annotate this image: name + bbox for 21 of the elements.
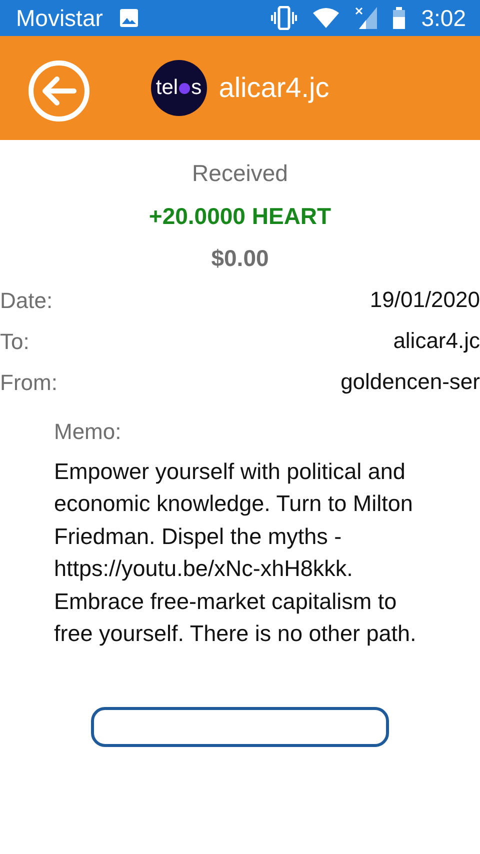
account-name: alicar4.jc bbox=[218, 71, 330, 105]
bottom-button[interactable] bbox=[91, 706, 389, 746]
detail-label: To: bbox=[0, 328, 30, 356]
detail-value: alicar4.jc bbox=[392, 326, 480, 355]
signal-icon bbox=[355, 7, 378, 29]
vibrate-icon bbox=[271, 6, 298, 30]
memo-label: Memo: bbox=[54, 418, 122, 446]
battery-icon bbox=[393, 7, 406, 29]
status-time: 3:02 bbox=[421, 4, 466, 33]
detail-value: goldencen-ser bbox=[340, 368, 480, 396]
app-logo: tel s bbox=[150, 60, 207, 116]
fiat-value: $0.00 bbox=[210, 244, 270, 273]
detail-label: From: bbox=[0, 368, 58, 396]
wifi-icon bbox=[313, 8, 340, 28]
amount-text: +20.0000 HEART bbox=[148, 202, 332, 230]
carrier-name: Movistar bbox=[16, 4, 103, 33]
detail-label: Date: bbox=[0, 286, 53, 314]
transaction-type: Received bbox=[191, 159, 289, 188]
image-icon bbox=[118, 8, 139, 28]
memo-text: Empower yourself with political and economic knowledge. Turn to Milton Friedman. Dispel the myths - https://youtu.be/xNc-xhH8kkk. Embrace free-market capitalism to free yourself. There is no other path. bbox=[53, 458, 418, 648]
detail-value: 19/01/2020 bbox=[368, 286, 480, 314]
